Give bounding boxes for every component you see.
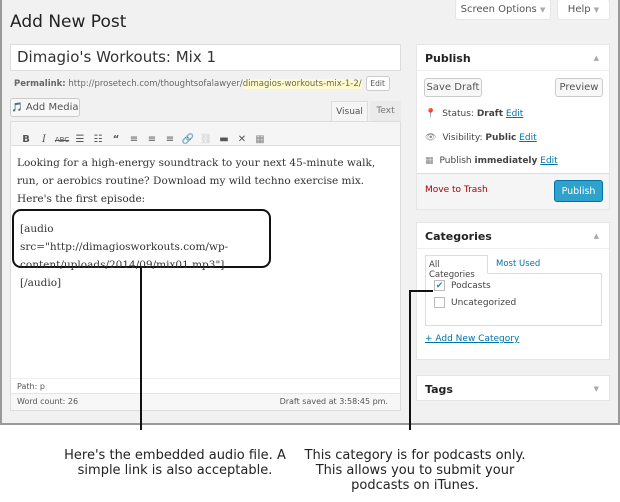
permalink-slug[interactable]: dimagios-workouts-mix-1-2/ bbox=[242, 78, 362, 89]
add-new-category-link[interactable]: + Add New Category bbox=[425, 334, 519, 344]
blockquote-icon[interactable]: “ bbox=[107, 134, 125, 145]
callout-line-right bbox=[409, 290, 411, 430]
checkbox-unchecked[interactable] bbox=[434, 297, 445, 308]
editor-status-bar: Word count: 26 Draft saved at 3:58:45 pm… bbox=[11, 393, 400, 410]
expand-arrow-icon[interactable]: ▼ bbox=[594, 385, 599, 393]
checkbox-checked-icon[interactable]: ✔ bbox=[434, 280, 445, 291]
align-right-icon[interactable]: ≡ bbox=[161, 134, 179, 145]
permalink-label: Permalink: bbox=[14, 78, 66, 89]
media-icon: 🎵 bbox=[11, 102, 23, 113]
status-edit-link[interactable]: Edit bbox=[506, 109, 523, 119]
pin-icon: 📍 bbox=[425, 109, 437, 119]
editor-toolbar: B I ABC ☰ ☷ “≡ ≡ ≡ 🔗 ⛓ ▬ ✕ ▦ bbox=[11, 122, 400, 146]
callout-line-left bbox=[140, 267, 142, 430]
fullscreen-icon[interactable]: ✕ bbox=[233, 134, 251, 145]
permalink-base: http://prosetech.com/thoughtsofalawyer/ bbox=[68, 78, 243, 89]
draft-saved-status: Draft saved at 3:58:45 pm. bbox=[279, 397, 388, 406]
post-title-input[interactable]: Dimagio's Workouts: Mix 1 bbox=[10, 44, 401, 71]
toolbar-toggle-icon[interactable]: ▦ bbox=[251, 134, 269, 145]
visibility-edit-link[interactable]: Edit bbox=[519, 133, 536, 143]
visibility-value: Public bbox=[485, 133, 517, 143]
schedule-value: immediately bbox=[474, 156, 538, 166]
tags-box: Tags ▼ bbox=[416, 375, 610, 401]
tags-title: Tags bbox=[425, 383, 453, 396]
link-icon[interactable]: 🔗 bbox=[179, 134, 197, 145]
categories-box-header[interactable]: Categories ▲ bbox=[417, 223, 609, 249]
unlink-icon[interactable]: ⛓ bbox=[197, 134, 215, 145]
align-left-icon[interactable]: ≡ bbox=[125, 134, 143, 145]
move-to-trash-link[interactable]: Move to Trash bbox=[425, 185, 488, 195]
collapse-arrow-icon[interactable]: ▲ bbox=[594, 54, 599, 62]
publish-box: Publish ▲ Save Draft Preview 📍 Status: Dra… bbox=[416, 44, 610, 210]
read-more-icon[interactable]: ▬ bbox=[215, 134, 233, 145]
publish-box-header[interactable]: Publish ▲ bbox=[417, 45, 609, 71]
tab-text[interactable]: Text bbox=[370, 101, 401, 121]
numbered-list-icon[interactable]: ☷ bbox=[89, 134, 107, 145]
screen-options-button[interactable]: Screen Options ▼ bbox=[455, 0, 551, 20]
category-label: Uncategorized bbox=[451, 297, 517, 308]
editor: B I ABC ☰ ☷ “≡ ≡ ≡ 🔗 ⛓ ▬ ✕ ▦ Looking for a high-ener… bbox=[10, 121, 401, 411]
categories-box: Categories ▲ All Categories Most Used ✔ Po… bbox=[416, 222, 610, 360]
page-title: Add New Post bbox=[10, 12, 127, 32]
editor-path: Path: p bbox=[11, 378, 400, 393]
word-count: Word count: 26 bbox=[17, 397, 79, 406]
help-button[interactable]: Help ▼ bbox=[557, 0, 610, 20]
audio-shortcode[interactable]: [audio src="http://dimagiosworkouts.com/… bbox=[12, 209, 271, 289]
permalink-edit-button[interactable]: Edit bbox=[365, 76, 390, 91]
bullet-list-icon[interactable]: ☰ bbox=[71, 134, 89, 145]
post-body-paragraph[interactable]: Looking for a high-energy soundtrack to … bbox=[11, 146, 396, 208]
category-checklist: ✔ Podcasts Uncategorized bbox=[425, 273, 602, 326]
strikethrough-icon[interactable]: ABC bbox=[53, 136, 71, 144]
annotation-category: This category is for podcasts only. This… bbox=[304, 448, 526, 493]
categories-title: Categories bbox=[425, 230, 492, 243]
tab-visual[interactable]: Visual bbox=[331, 101, 368, 122]
add-media-label: Add Media bbox=[25, 102, 79, 113]
visibility-label: Visibility: bbox=[442, 133, 483, 143]
status-row: 📍 Status: Draft Edit bbox=[425, 109, 523, 119]
annotation-audio: Here's the embedded audio file. A simple… bbox=[64, 448, 286, 478]
category-label: Podcasts bbox=[451, 280, 491, 291]
calendar-icon: ▦ bbox=[425, 156, 434, 166]
schedule-label: Publish bbox=[439, 156, 472, 166]
publish-actions: Move to Trash Publish bbox=[417, 173, 609, 209]
caret-down-icon: ▼ bbox=[593, 5, 600, 14]
schedule-edit-link[interactable]: Edit bbox=[540, 156, 557, 166]
callout-line-right-horizontal bbox=[409, 290, 433, 292]
collapse-arrow-icon[interactable]: ▲ bbox=[594, 232, 599, 240]
preview-button[interactable]: Preview bbox=[555, 78, 603, 97]
status-value: Draft bbox=[476, 109, 504, 119]
tab-most-used[interactable]: Most Used bbox=[496, 259, 540, 269]
caret-down-icon: ▼ bbox=[539, 5, 546, 14]
tags-box-header[interactable]: Tags ▼ bbox=[417, 376, 609, 402]
publish-title: Publish bbox=[425, 52, 471, 65]
help-label: Help bbox=[567, 4, 591, 15]
tab-all-categories[interactable]: All Categories bbox=[425, 255, 488, 280]
permalink-row: Permalink: http://prosetech.com/thoughts… bbox=[14, 76, 390, 91]
save-draft-button[interactable]: Save Draft bbox=[424, 78, 482, 97]
category-item-uncategorized[interactable]: Uncategorized bbox=[434, 297, 516, 308]
bold-icon[interactable]: B bbox=[17, 134, 35, 145]
align-center-icon[interactable]: ≡ bbox=[143, 134, 161, 145]
italic-icon[interactable]: I bbox=[35, 134, 53, 145]
schedule-row: ▦ Publish immediately Edit bbox=[425, 156, 558, 166]
visibility-row: 👁 Visibility: Public Edit bbox=[425, 133, 537, 143]
eye-icon: 👁 bbox=[425, 133, 437, 143]
add-media-button[interactable]: 🎵 Add Media bbox=[10, 98, 80, 117]
publish-button[interactable]: Publish bbox=[554, 180, 603, 202]
status-label: Status: bbox=[442, 109, 474, 119]
screen-options-label: Screen Options bbox=[460, 4, 537, 15]
category-item-podcasts[interactable]: ✔ Podcasts bbox=[434, 280, 491, 291]
